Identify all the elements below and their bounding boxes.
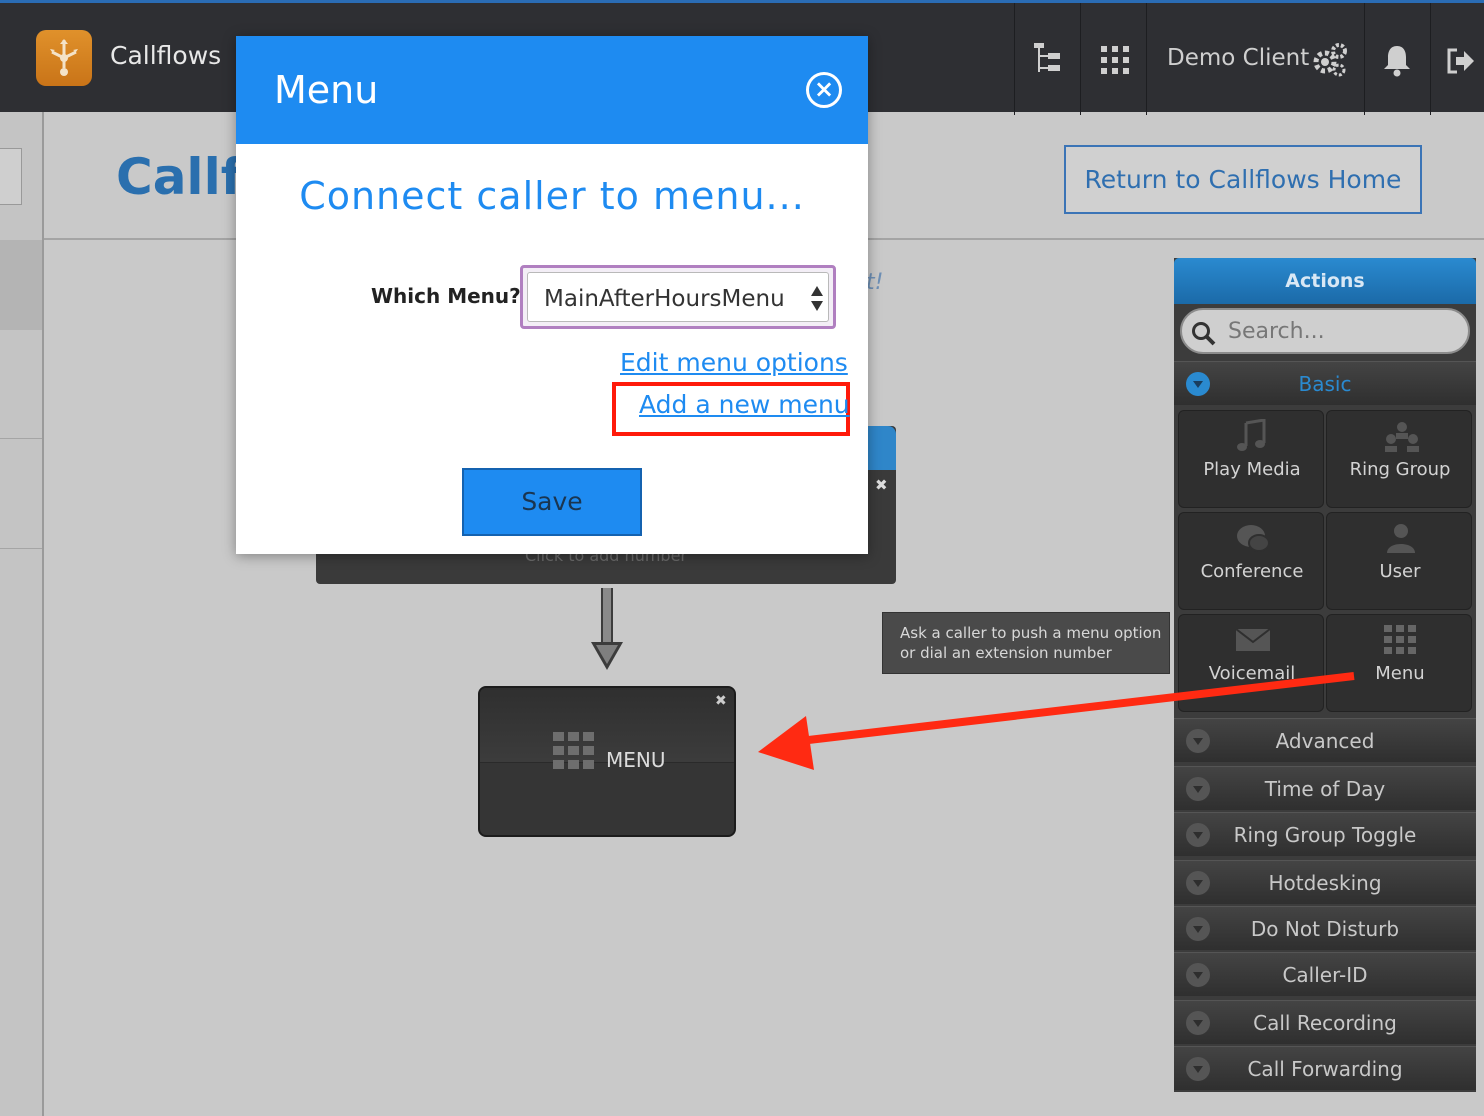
action-ring-group[interactable]: Ring Group <box>1326 410 1472 508</box>
menu-select-field[interactable]: MainAfterHoursMenu <box>527 272 829 322</box>
canvas-hint: t! <box>866 270 884 295</box>
category-label: Basic <box>1298 372 1352 396</box>
music-icon <box>1237 419 1266 451</box>
chevron-down-icon <box>1186 963 1210 987</box>
category-label: Caller-ID <box>1282 963 1368 987</box>
menu-dialog: Menu × Connect caller to menu... Which M… <box>236 36 868 554</box>
close-icon[interactable]: ✖ <box>875 476 888 494</box>
action-menu[interactable]: Menu <box>1326 614 1472 712</box>
category-time-of-day[interactable]: Time of Day <box>1174 766 1476 810</box>
tree-icon[interactable] <box>1032 41 1064 77</box>
actions-title: Actions <box>1174 258 1476 304</box>
action-voicemail[interactable]: Voicemail <box>1178 614 1324 712</box>
apps-grid-icon[interactable] <box>1100 45 1130 81</box>
tooltip: Ask a caller to push a menu option or di… <box>882 612 1170 674</box>
group-icon <box>1385 422 1419 452</box>
category-call-forwarding[interactable]: Call Forwarding <box>1174 1046 1476 1090</box>
divider <box>1080 3 1081 115</box>
dialog-subtitle: Connect caller to menu... <box>299 174 805 218</box>
user-icon <box>1387 524 1415 553</box>
tooltip-line: or dial an extension number <box>900 644 1112 662</box>
callflow-logo-icon[interactable] <box>36 30 92 86</box>
chevron-down-icon <box>1186 1011 1210 1035</box>
divider <box>0 548 42 549</box>
menu-select[interactable]: MainAfterHoursMenu <box>520 265 836 329</box>
category-label: Call Recording <box>1253 1011 1397 1035</box>
action-label: Menu <box>1375 663 1425 684</box>
save-button[interactable]: Save <box>462 468 642 536</box>
chevron-down-icon <box>1186 1057 1210 1081</box>
category-advanced[interactable]: Advanced <box>1174 718 1476 762</box>
return-home-button[interactable]: Return to Callflows Home <box>1064 145 1422 214</box>
divider <box>0 438 42 439</box>
actions-panel: Actions Search... Basic Play Media Ring … <box>1174 258 1476 1092</box>
which-menu-label: Which Menu? <box>371 284 521 308</box>
action-label: User <box>1379 561 1421 582</box>
search-placeholder: Search... <box>1228 319 1325 344</box>
account-name[interactable]: Demo Client <box>1167 45 1309 71</box>
logout-icon[interactable] <box>1446 47 1476 83</box>
menu-select-value: MainAfterHoursMenu <box>544 286 785 312</box>
category-ring-group-toggle[interactable]: Ring Group Toggle <box>1174 812 1476 856</box>
action-label: Play Media <box>1203 459 1301 480</box>
chat-icon <box>1237 525 1270 552</box>
category-basic[interactable]: Basic <box>1174 361 1476 405</box>
category-label: Ring Group Toggle <box>1233 823 1417 847</box>
gear-icon[interactable] <box>1312 43 1348 79</box>
menu-node-label: MENU <box>606 748 666 772</box>
chevron-down-icon <box>1186 823 1210 847</box>
app-title: Callflows <box>110 41 222 70</box>
divider <box>1430 3 1431 115</box>
chevron-down-icon <box>1186 777 1210 801</box>
action-user[interactable]: User <box>1326 512 1472 610</box>
chevron-down-icon <box>1186 871 1210 895</box>
actions-search-input[interactable]: Search... <box>1180 308 1470 354</box>
action-label: Ring Group <box>1349 459 1451 480</box>
grid-icon <box>1384 625 1416 654</box>
divider <box>1014 3 1015 115</box>
envelope-icon <box>1235 628 1271 651</box>
action-conference[interactable]: Conference <box>1178 512 1324 610</box>
category-label: Hotdesking <box>1268 871 1382 895</box>
dialog-header: Menu × <box>236 36 868 144</box>
chevron-down-icon <box>1186 372 1210 396</box>
category-label: Do Not Disturb <box>1250 917 1400 941</box>
left-panel-tab[interactable] <box>0 148 22 205</box>
add-new-menu-link[interactable]: Add a new menu <box>639 390 850 419</box>
grid-icon <box>553 732 594 769</box>
edit-menu-options-link[interactable]: Edit menu options <box>620 348 848 377</box>
chevron-down-icon <box>1186 729 1210 753</box>
select-arrows-icon <box>811 286 823 311</box>
dialog-title: Menu <box>274 68 379 112</box>
action-play-media[interactable]: Play Media <box>1178 410 1324 508</box>
flow-arrow-icon <box>591 588 623 670</box>
category-label: Call Forwarding <box>1247 1057 1403 1081</box>
action-label: Conference <box>1200 561 1304 582</box>
left-panel-selected <box>0 240 42 330</box>
divider <box>1146 3 1147 115</box>
category-label: Time of Day <box>1264 777 1386 801</box>
action-label: Voicemail <box>1208 663 1296 684</box>
category-label: Advanced <box>1275 729 1375 753</box>
tooltip-line: Ask a caller to push a menu option <box>900 624 1162 642</box>
search-icon <box>1192 322 1216 346</box>
divider <box>1364 3 1365 115</box>
category-do-not-disturb[interactable]: Do Not Disturb <box>1174 906 1476 950</box>
start-node-header <box>868 426 896 470</box>
category-call-recording[interactable]: Call Recording <box>1174 1000 1476 1044</box>
bell-icon[interactable] <box>1382 43 1412 79</box>
page-title: Callflows <box>116 148 256 206</box>
close-icon[interactable]: ✖ <box>715 693 727 709</box>
chevron-down-icon <box>1186 917 1210 941</box>
close-icon[interactable]: × <box>806 72 842 108</box>
category-caller-id[interactable]: Caller-ID <box>1174 952 1476 996</box>
category-hotdesking[interactable]: Hotdesking <box>1174 860 1476 904</box>
